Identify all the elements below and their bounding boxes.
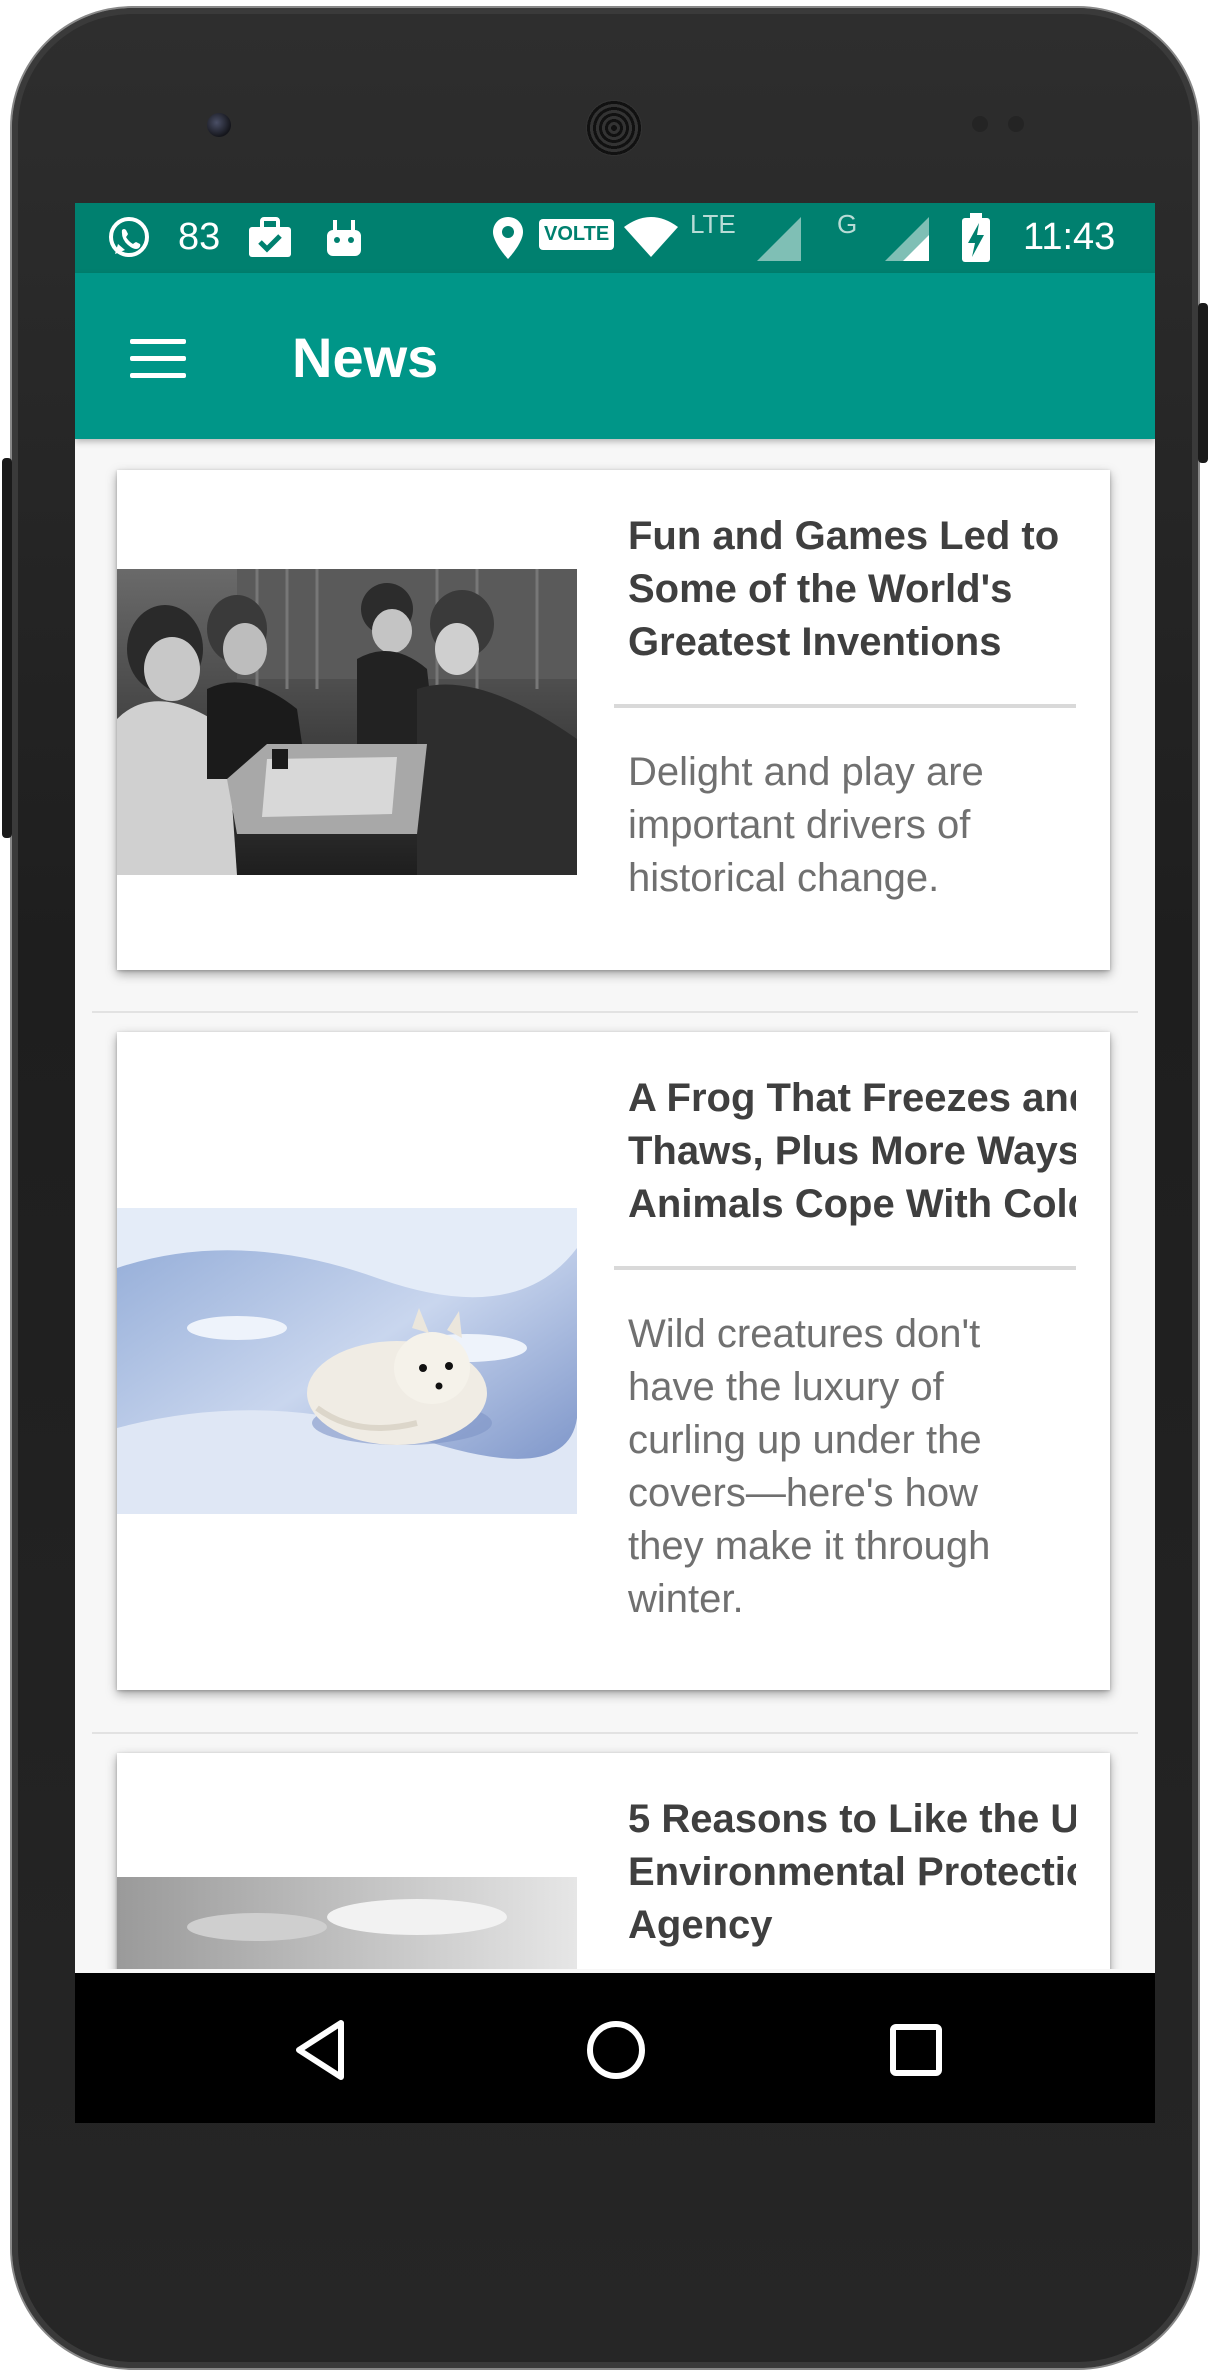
news-list[interactable]: Fun and Games Led to Some of the World's… — [75, 439, 1155, 1969]
phone-frame: 83 VOLTE LTE G 11:43 News Fun and Games … — [2, 8, 1208, 2368]
description-line: have the luxury of — [628, 1365, 944, 1409]
android-icon — [325, 218, 363, 258]
recents-icon[interactable] — [881, 2015, 951, 2085]
article-description: Wild creatures don't have the luxury of … — [628, 1308, 1068, 1626]
card-divider — [614, 1266, 1076, 1270]
battery-charging-icon — [960, 213, 992, 263]
description-line: curling up under the — [628, 1418, 982, 1462]
description-line: historical change. — [628, 856, 940, 900]
news-card[interactable]: A Frog That Freezes and Thaws, Plus More… — [117, 1032, 1110, 1690]
earpiece-speaker — [586, 100, 642, 156]
article-title[interactable]: A Frog That Freezes and Thaws, Plus More… — [628, 1072, 1076, 1231]
title-line: Thaws, Plus More Ways — [628, 1129, 1076, 1173]
hamburger-menu-icon[interactable] — [130, 339, 186, 379]
description-line: important drivers of — [628, 803, 971, 847]
article-image — [117, 1877, 577, 1969]
status-time: 11:43 — [1023, 216, 1116, 258]
title-line: Fun and Games Led to — [628, 514, 1060, 558]
article-title[interactable]: 5 Reasons to Like the U.S. Environmental… — [628, 1793, 1076, 1952]
card-divider — [614, 704, 1076, 708]
description-line: covers—here's how — [628, 1471, 978, 1515]
work-bag-icon — [247, 217, 293, 259]
screen: 83 VOLTE LTE G 11:43 News Fun and Games … — [75, 203, 1155, 2123]
page-title: News — [292, 326, 439, 389]
volte-badge: VOLTE — [539, 219, 615, 250]
light-sensor — [1008, 116, 1024, 132]
description-line: they make it through — [628, 1524, 991, 1568]
description-line: Wild creatures don't — [628, 1312, 981, 1356]
front-camera — [207, 113, 231, 137]
description-line: winter. — [628, 1577, 744, 1621]
title-line: Environmental Protection — [628, 1850, 1076, 1894]
proximity-sensor — [972, 116, 988, 132]
volte-icon: VOLTE — [539, 219, 615, 250]
wifi-icon — [622, 217, 680, 259]
home-icon[interactable] — [581, 2015, 651, 2085]
signal-icon-lte — [755, 215, 803, 263]
status-bar: 83 VOLTE LTE G 11:43 — [75, 203, 1155, 273]
title-line: Animals Cope With Cold — [628, 1182, 1076, 1226]
article-image — [117, 1208, 577, 1514]
article-description: Delight and play are important drivers o… — [628, 746, 1068, 905]
list-divider — [92, 1011, 1138, 1013]
news-card[interactable]: Fun and Games Led to Some of the World's… — [117, 470, 1110, 970]
title-line: A Frog That Freezes and — [628, 1076, 1076, 1120]
signal-icon-g — [883, 215, 931, 263]
back-icon[interactable] — [287, 2015, 357, 2085]
power-button[interactable] — [1198, 303, 1208, 463]
app-bar: News — [75, 273, 1155, 439]
title-line: Agency — [628, 1903, 773, 1947]
notification-count: 83 — [178, 216, 221, 258]
location-icon — [491, 215, 525, 261]
g-label: G — [837, 209, 858, 239]
lte-label: LTE — [690, 209, 736, 239]
news-card[interactable]: 5 Reasons to Like the U.S. Environmental… — [117, 1753, 1110, 1969]
article-title[interactable]: Fun and Games Led to Some of the World's… — [628, 510, 1076, 669]
whatsapp-icon — [105, 214, 153, 262]
title-line: Greatest Inventions — [628, 620, 1002, 664]
title-line: 5 Reasons to Like the U.S. — [628, 1797, 1076, 1841]
title-line: Some of the World's — [628, 567, 1013, 611]
description-line: Delight and play are — [628, 750, 984, 794]
volume-button[interactable] — [2, 458, 12, 838]
article-image — [117, 569, 577, 875]
navigation-bar — [75, 1973, 1155, 2123]
list-divider — [92, 1732, 1138, 1734]
